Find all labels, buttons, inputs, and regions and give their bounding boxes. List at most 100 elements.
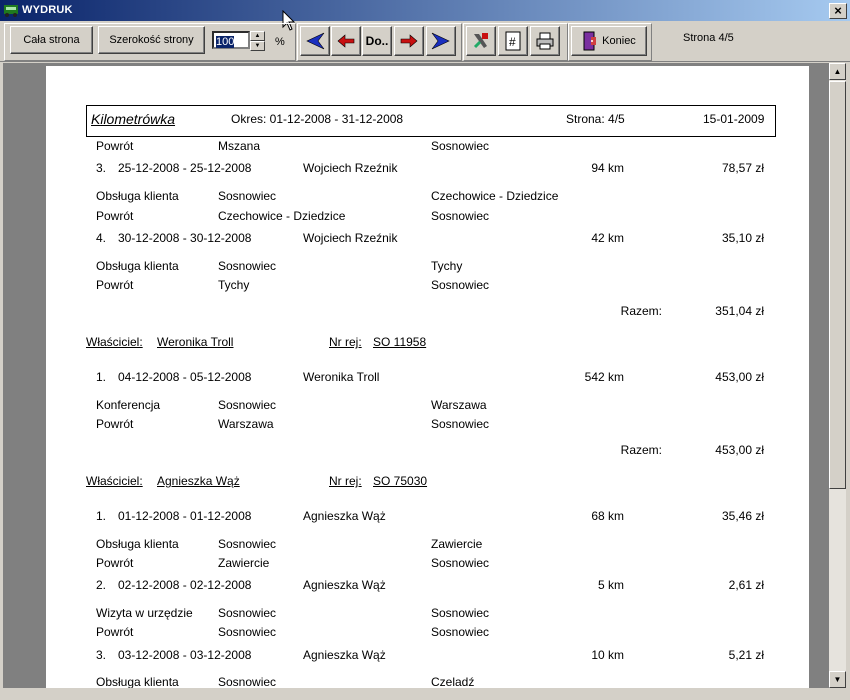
leg-purpose: Obsługa klienta xyxy=(96,537,179,551)
exit-button[interactable]: Koniec xyxy=(571,26,647,56)
leg-from: Warszawa xyxy=(218,417,274,431)
leg-purpose: Powrót xyxy=(96,139,134,153)
trip-dates: 30-12-2008 - 30-12-2008 xyxy=(118,231,252,245)
whole-page-button[interactable]: Cała strona xyxy=(10,26,93,54)
svg-text:#: # xyxy=(509,35,516,49)
registration-number: SO 75030 xyxy=(373,474,428,488)
tools-button[interactable] xyxy=(466,26,496,56)
trip-person: Agnieszka Wąż xyxy=(303,648,386,662)
trip-amount: 453,00 zł xyxy=(715,370,764,384)
leg-to: Sosnowiec xyxy=(431,556,490,570)
trip-number: 4. xyxy=(96,231,107,245)
trip-amount: 2,61 zł xyxy=(728,578,764,592)
total-label: Razem: xyxy=(620,304,662,318)
trip-distance: 5 km xyxy=(597,578,624,592)
scroll-thumb[interactable] xyxy=(829,81,846,489)
leg-from: Czechowice - Dziedzice xyxy=(218,209,346,223)
leg-from: Sosnowiec xyxy=(218,189,277,203)
leg-from: Sosnowiec xyxy=(218,537,277,551)
next-page-button[interactable] xyxy=(394,26,424,56)
owner-label: Właściciel: xyxy=(86,335,143,349)
leg-to: Zawiercie xyxy=(431,537,483,551)
leg-to: Sosnowiec xyxy=(431,209,490,223)
leg-purpose: Konferencja xyxy=(96,398,161,412)
registration-number: SO 11958 xyxy=(373,335,427,349)
trip-person: Wojciech Rzeźnik xyxy=(303,161,398,175)
trip-dates: 02-12-2008 - 02-12-2008 xyxy=(118,578,252,592)
leg-purpose: Wizyta w urzędzie xyxy=(96,606,193,620)
exit-door-icon xyxy=(583,31,597,51)
leg-purpose: Powrót xyxy=(96,556,134,570)
zoom-spinner[interactable]: ▲ ▼ xyxy=(250,31,265,51)
trip-person: Agnieszka Wąż xyxy=(303,578,386,592)
leg-to: Tychy xyxy=(431,259,463,273)
trip-distance: 10 km xyxy=(591,648,624,662)
next-page-icon xyxy=(400,34,418,48)
total-amount: 453,00 zł xyxy=(715,443,764,457)
trip-number: 3. xyxy=(96,161,107,175)
preview-area[interactable]: Kilometrówka Okres: 01-12-2008 - 31-12-2… xyxy=(3,63,830,690)
trip-dates: 25-12-2008 - 25-12-2008 xyxy=(118,161,252,175)
page-number-button[interactable]: # xyxy=(498,26,528,56)
report-date: 15-01-2009 xyxy=(703,112,765,126)
leg-purpose: Powrót xyxy=(96,209,134,223)
owner-name: Weronika Troll xyxy=(157,335,234,349)
owner-name: Agnieszka Wąż xyxy=(157,474,240,488)
trip-amount: 35,10 zł xyxy=(721,231,764,245)
leg-to: Sosnowiec xyxy=(431,278,490,292)
report-period: Okres: 01-12-2008 - 31-12-2008 xyxy=(231,112,404,126)
report-header-box xyxy=(86,105,776,137)
close-button[interactable]: × xyxy=(829,3,847,19)
trip-person: Agnieszka Wąż xyxy=(303,509,386,523)
title-bar: WYDRUK × xyxy=(0,0,850,21)
leg-purpose: Obsługa klienta xyxy=(96,259,179,273)
scroll-down-icon[interactable]: ▼ xyxy=(829,671,846,688)
leg-from: Sosnowiec xyxy=(218,625,277,639)
last-page-button[interactable] xyxy=(426,26,456,56)
registration-label: Nr rej: xyxy=(329,335,362,349)
first-page-button[interactable] xyxy=(300,26,330,56)
page-indicator: Strona 4/5 xyxy=(683,32,734,44)
trip-distance: 542 km xyxy=(584,370,624,384)
page-number-icon: # xyxy=(505,31,521,51)
leg-from: Tychy xyxy=(218,278,250,292)
printer-icon xyxy=(536,32,554,50)
trip-dates: 03-12-2008 - 03-12-2008 xyxy=(118,648,252,662)
tools-icon xyxy=(473,33,488,49)
leg-from: Mszana xyxy=(218,139,261,153)
first-page-icon xyxy=(306,32,325,50)
trip-amount: 78,57 zł xyxy=(721,161,764,175)
trip-dates: 04-12-2008 - 05-12-2008 xyxy=(118,370,252,384)
leg-from: Zawiercie xyxy=(218,556,270,570)
scroll-up-icon[interactable]: ▲ xyxy=(829,63,846,80)
leg-purpose: Obsługa klienta xyxy=(96,675,179,689)
last-page-icon xyxy=(431,32,450,50)
leg-from: Sosnowiec xyxy=(218,398,277,412)
horizontal-scrollbar[interactable] xyxy=(3,688,846,700)
window-title: WYDRUK xyxy=(22,4,73,16)
report-title: Kilometrówka xyxy=(91,111,176,127)
print-button[interactable] xyxy=(530,26,560,56)
previous-page-icon xyxy=(337,34,355,48)
registration-label: Nr rej: xyxy=(329,474,362,488)
leg-from: Sosnowiec xyxy=(218,675,277,689)
spin-up-icon[interactable]: ▲ xyxy=(250,31,265,41)
zoom-input[interactable]: 100 xyxy=(212,31,250,49)
trip-distance: 94 km xyxy=(591,161,624,175)
vertical-scrollbar[interactable]: ▲ ▼ xyxy=(829,63,846,688)
spin-down-icon[interactable]: ▼ xyxy=(250,41,265,51)
page-width-button[interactable]: Szerokość strony xyxy=(98,26,205,54)
report-page: Kilometrówka Okres: 01-12-2008 - 31-12-2… xyxy=(46,66,809,689)
leg-to: Sosnowiec xyxy=(431,139,490,153)
trip-number: 3. xyxy=(96,648,107,662)
leg-from: Sosnowiec xyxy=(218,606,277,620)
leg-to: Sosnowiec xyxy=(431,625,490,639)
app-car-icon xyxy=(4,5,18,17)
goto-page-button[interactable]: Do.. xyxy=(362,26,392,56)
total-label: Razem: xyxy=(620,443,662,457)
previous-page-button[interactable] xyxy=(331,26,361,56)
leg-purpose: Powrót xyxy=(96,625,134,639)
total-amount: 351,04 zł xyxy=(715,304,764,318)
leg-from: Sosnowiec xyxy=(218,259,277,273)
leg-to: Warszawa xyxy=(431,398,487,412)
